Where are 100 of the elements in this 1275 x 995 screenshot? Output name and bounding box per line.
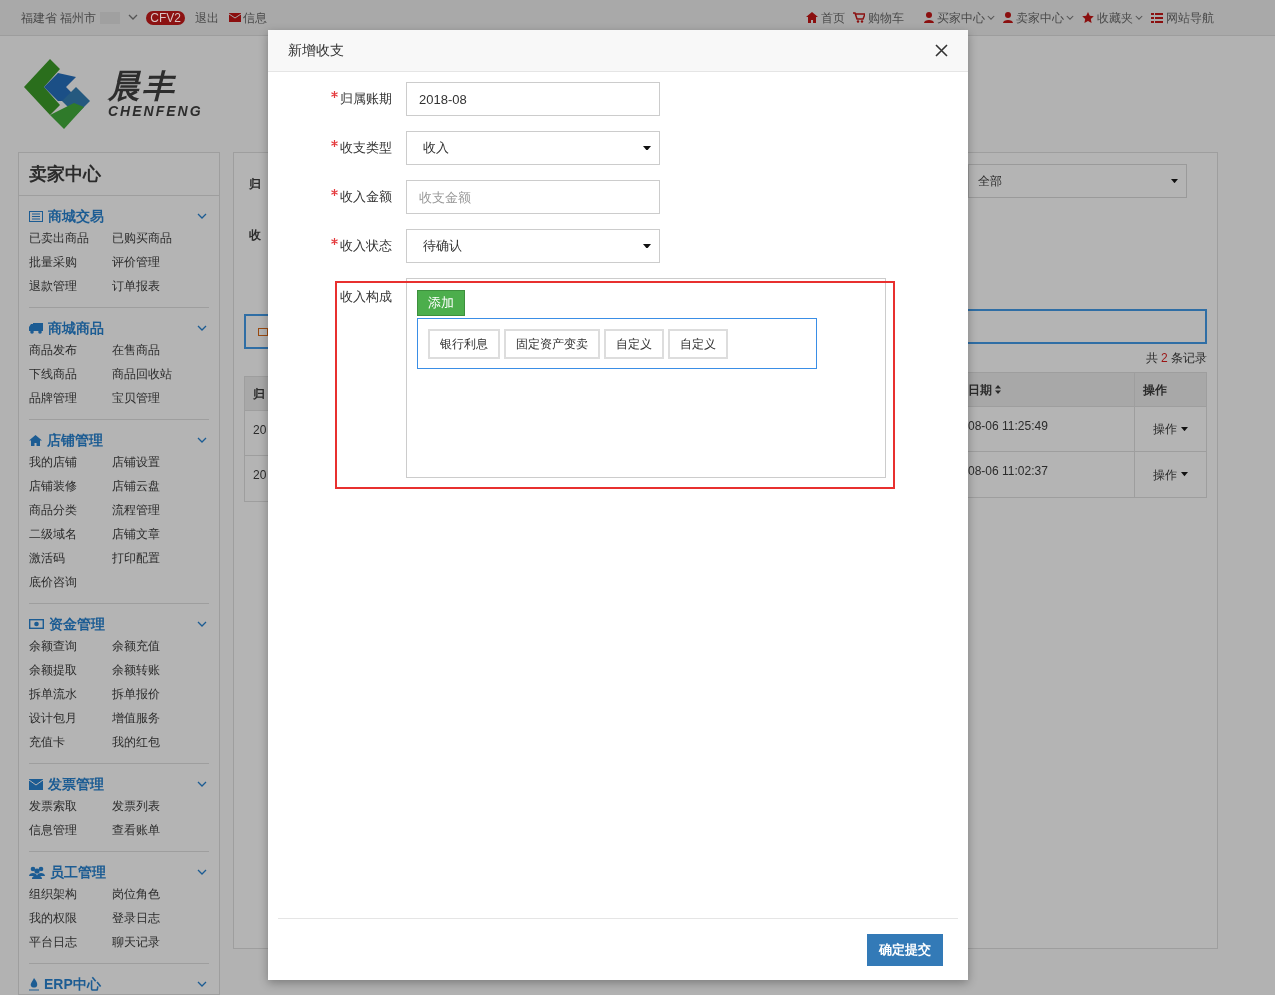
users-icon xyxy=(29,865,45,879)
chevron-down-icon xyxy=(197,780,207,788)
nav-link[interactable]: 网站导航 xyxy=(1151,8,1214,27)
sidebar-link[interactable]: 打印配置 xyxy=(112,546,209,570)
nav-link[interactable]: 收藏夹 xyxy=(1082,8,1133,27)
filter-label: 收 xyxy=(249,227,262,244)
chevron-down-icon xyxy=(197,980,207,988)
user-icon xyxy=(1003,12,1013,23)
sidebar-link[interactable]: 底价咨询 xyxy=(29,570,112,594)
column-header[interactable]: 日期 xyxy=(968,373,1134,406)
field-label: 收入状态 xyxy=(340,238,392,254)
input-field[interactable]: 收支金额 xyxy=(406,180,660,214)
sidebar-title: 卖家中心 xyxy=(29,162,101,186)
star-icon xyxy=(1082,12,1094,23)
sidebar-link[interactable]: 我的店铺 xyxy=(29,450,112,474)
sidebar-link[interactable]: 我的权限 xyxy=(29,906,112,930)
tag-chip[interactable]: 自定义 xyxy=(668,328,728,359)
sidebar-link[interactable]: 商品回收站 xyxy=(112,362,209,386)
sidebar-link[interactable]: 商品分类 xyxy=(29,498,112,522)
sidebar-link[interactable]: 已卖出商品 xyxy=(29,226,112,250)
sidebar-link[interactable]: 已购买商品 xyxy=(112,226,209,250)
nav-link[interactable]: 首页 xyxy=(806,8,845,27)
select-field[interactable]: 待确认 xyxy=(406,229,660,263)
sidebar-link[interactable]: 宝贝管理 xyxy=(112,386,209,410)
sidebar-link[interactable]: 在售商品 xyxy=(112,338,209,362)
home-icon xyxy=(29,434,42,446)
nav-link[interactable]: 购物车 xyxy=(853,8,904,27)
filter-label: 归 xyxy=(249,176,262,193)
version-badge: CFV2 xyxy=(146,10,186,25)
sidebar-link[interactable]: 品牌管理 xyxy=(29,386,112,410)
sidebar-link[interactable]: 退款管理 xyxy=(29,274,112,298)
sidebar-link[interactable]: 激活码 xyxy=(29,546,112,570)
column-header: 归 xyxy=(253,385,265,403)
sidebar-link[interactable]: 下线商品 xyxy=(29,362,112,386)
sidebar-link[interactable]: 登录日志 xyxy=(112,906,209,930)
status-select[interactable]: 全部 xyxy=(968,164,1187,198)
select-field[interactable]: 收入 xyxy=(406,131,660,165)
action-dropdown[interactable]: 操作 xyxy=(1153,465,1188,484)
record-count: 共 2 条记录 xyxy=(1145,350,1207,367)
sidebar-link[interactable]: 充值卡 xyxy=(29,730,112,754)
sidebar-link[interactable]: 余额转账 xyxy=(112,658,209,682)
nav-link[interactable]: 买家中心 xyxy=(924,8,985,27)
sidebar-link[interactable]: 信息管理 xyxy=(29,818,112,842)
tag-chip[interactable]: 自定义 xyxy=(604,328,664,359)
sort-icon xyxy=(995,385,1001,394)
sidebar-link[interactable]: 查看账单 xyxy=(112,818,209,842)
sidebar-link[interactable]: 发票列表 xyxy=(112,794,209,818)
sidebar-link[interactable]: 平台日志 xyxy=(29,930,112,954)
chevron-down-icon xyxy=(197,212,207,220)
sidebar-link[interactable]: 组织架构 xyxy=(29,882,112,906)
tag-chip[interactable]: 银行利息 xyxy=(428,328,500,359)
sidebar-link[interactable]: 二级域名 xyxy=(29,522,112,546)
sidebar-link[interactable]: 订单报表 xyxy=(112,274,209,298)
sidebar-link[interactable]: 岗位角色 xyxy=(112,882,209,906)
table-cell: 20 xyxy=(253,468,267,482)
sidebar-link[interactable]: 流程管理 xyxy=(112,498,209,522)
sidebar-link[interactable]: 评价管理 xyxy=(112,250,209,274)
sidebar-link[interactable]: 商品发布 xyxy=(29,338,112,362)
sidebar-link[interactable]: 我的红包 xyxy=(112,730,209,754)
sidebar-link[interactable]: 拆单流水 xyxy=(29,682,112,706)
sidebar-link[interactable]: 店铺文章 xyxy=(112,522,209,546)
dropdown-arrow-icon xyxy=(643,145,651,151)
action-dropdown[interactable]: 操作 xyxy=(1153,420,1188,438)
chevron-down-icon xyxy=(197,324,207,332)
home-icon xyxy=(806,12,818,23)
sidebar-link[interactable]: 聊天记录 xyxy=(112,930,209,954)
cart-icon xyxy=(853,12,865,23)
chevron-down-icon xyxy=(197,620,207,628)
sidebar-link[interactable]: 设计包月 xyxy=(29,706,112,730)
caret-icon xyxy=(1181,472,1188,477)
submit-button[interactable]: 确定提交 xyxy=(867,933,943,966)
tag-chip[interactable]: 固定资产变卖 xyxy=(504,328,600,359)
sidebar-link[interactable]: 增值服务 xyxy=(112,706,209,730)
sidebar-link[interactable]: 店铺云盘 xyxy=(112,474,209,498)
close-icon[interactable] xyxy=(935,44,948,57)
field-label: 收支类型 xyxy=(340,140,392,156)
sidebar-link[interactable]: 发票索取 xyxy=(29,794,112,818)
chevron-down-icon xyxy=(128,14,139,21)
sidebar-link[interactable]: 店铺设置 xyxy=(112,450,209,474)
sidebar-link[interactable]: 余额充值 xyxy=(112,634,209,658)
messages-link[interactable]: 信息 xyxy=(229,8,268,27)
input-field[interactable]: 2018-08 xyxy=(406,82,660,116)
truck-icon xyxy=(29,322,43,334)
column-header: 操作 xyxy=(1134,373,1206,406)
sidebar-link[interactable]: 拆单报价 xyxy=(112,682,209,706)
sidebar-link[interactable]: 批量采购 xyxy=(29,250,112,274)
chevron-down-icon xyxy=(197,436,207,444)
list-icon xyxy=(1151,12,1163,23)
nav-link[interactable]: 卖家中心 xyxy=(1003,8,1064,27)
table-cell-text: 08-06 11:25:49 xyxy=(968,418,1049,435)
logout-link[interactable]: 退出 xyxy=(195,8,220,27)
sidebar-link[interactable]: 店铺装修 xyxy=(29,474,112,498)
table-cell: 20 xyxy=(253,423,267,437)
dropdown-arrow-icon xyxy=(1171,178,1178,184)
field-label: 归属账期 xyxy=(340,91,392,107)
sidebar-link[interactable]: 余额提取 xyxy=(29,658,112,682)
dropdown-arrow-icon xyxy=(643,243,651,249)
mail-icon xyxy=(229,13,242,22)
sidebar-link[interactable]: 余额查询 xyxy=(29,634,112,658)
caret-icon xyxy=(1181,426,1188,432)
